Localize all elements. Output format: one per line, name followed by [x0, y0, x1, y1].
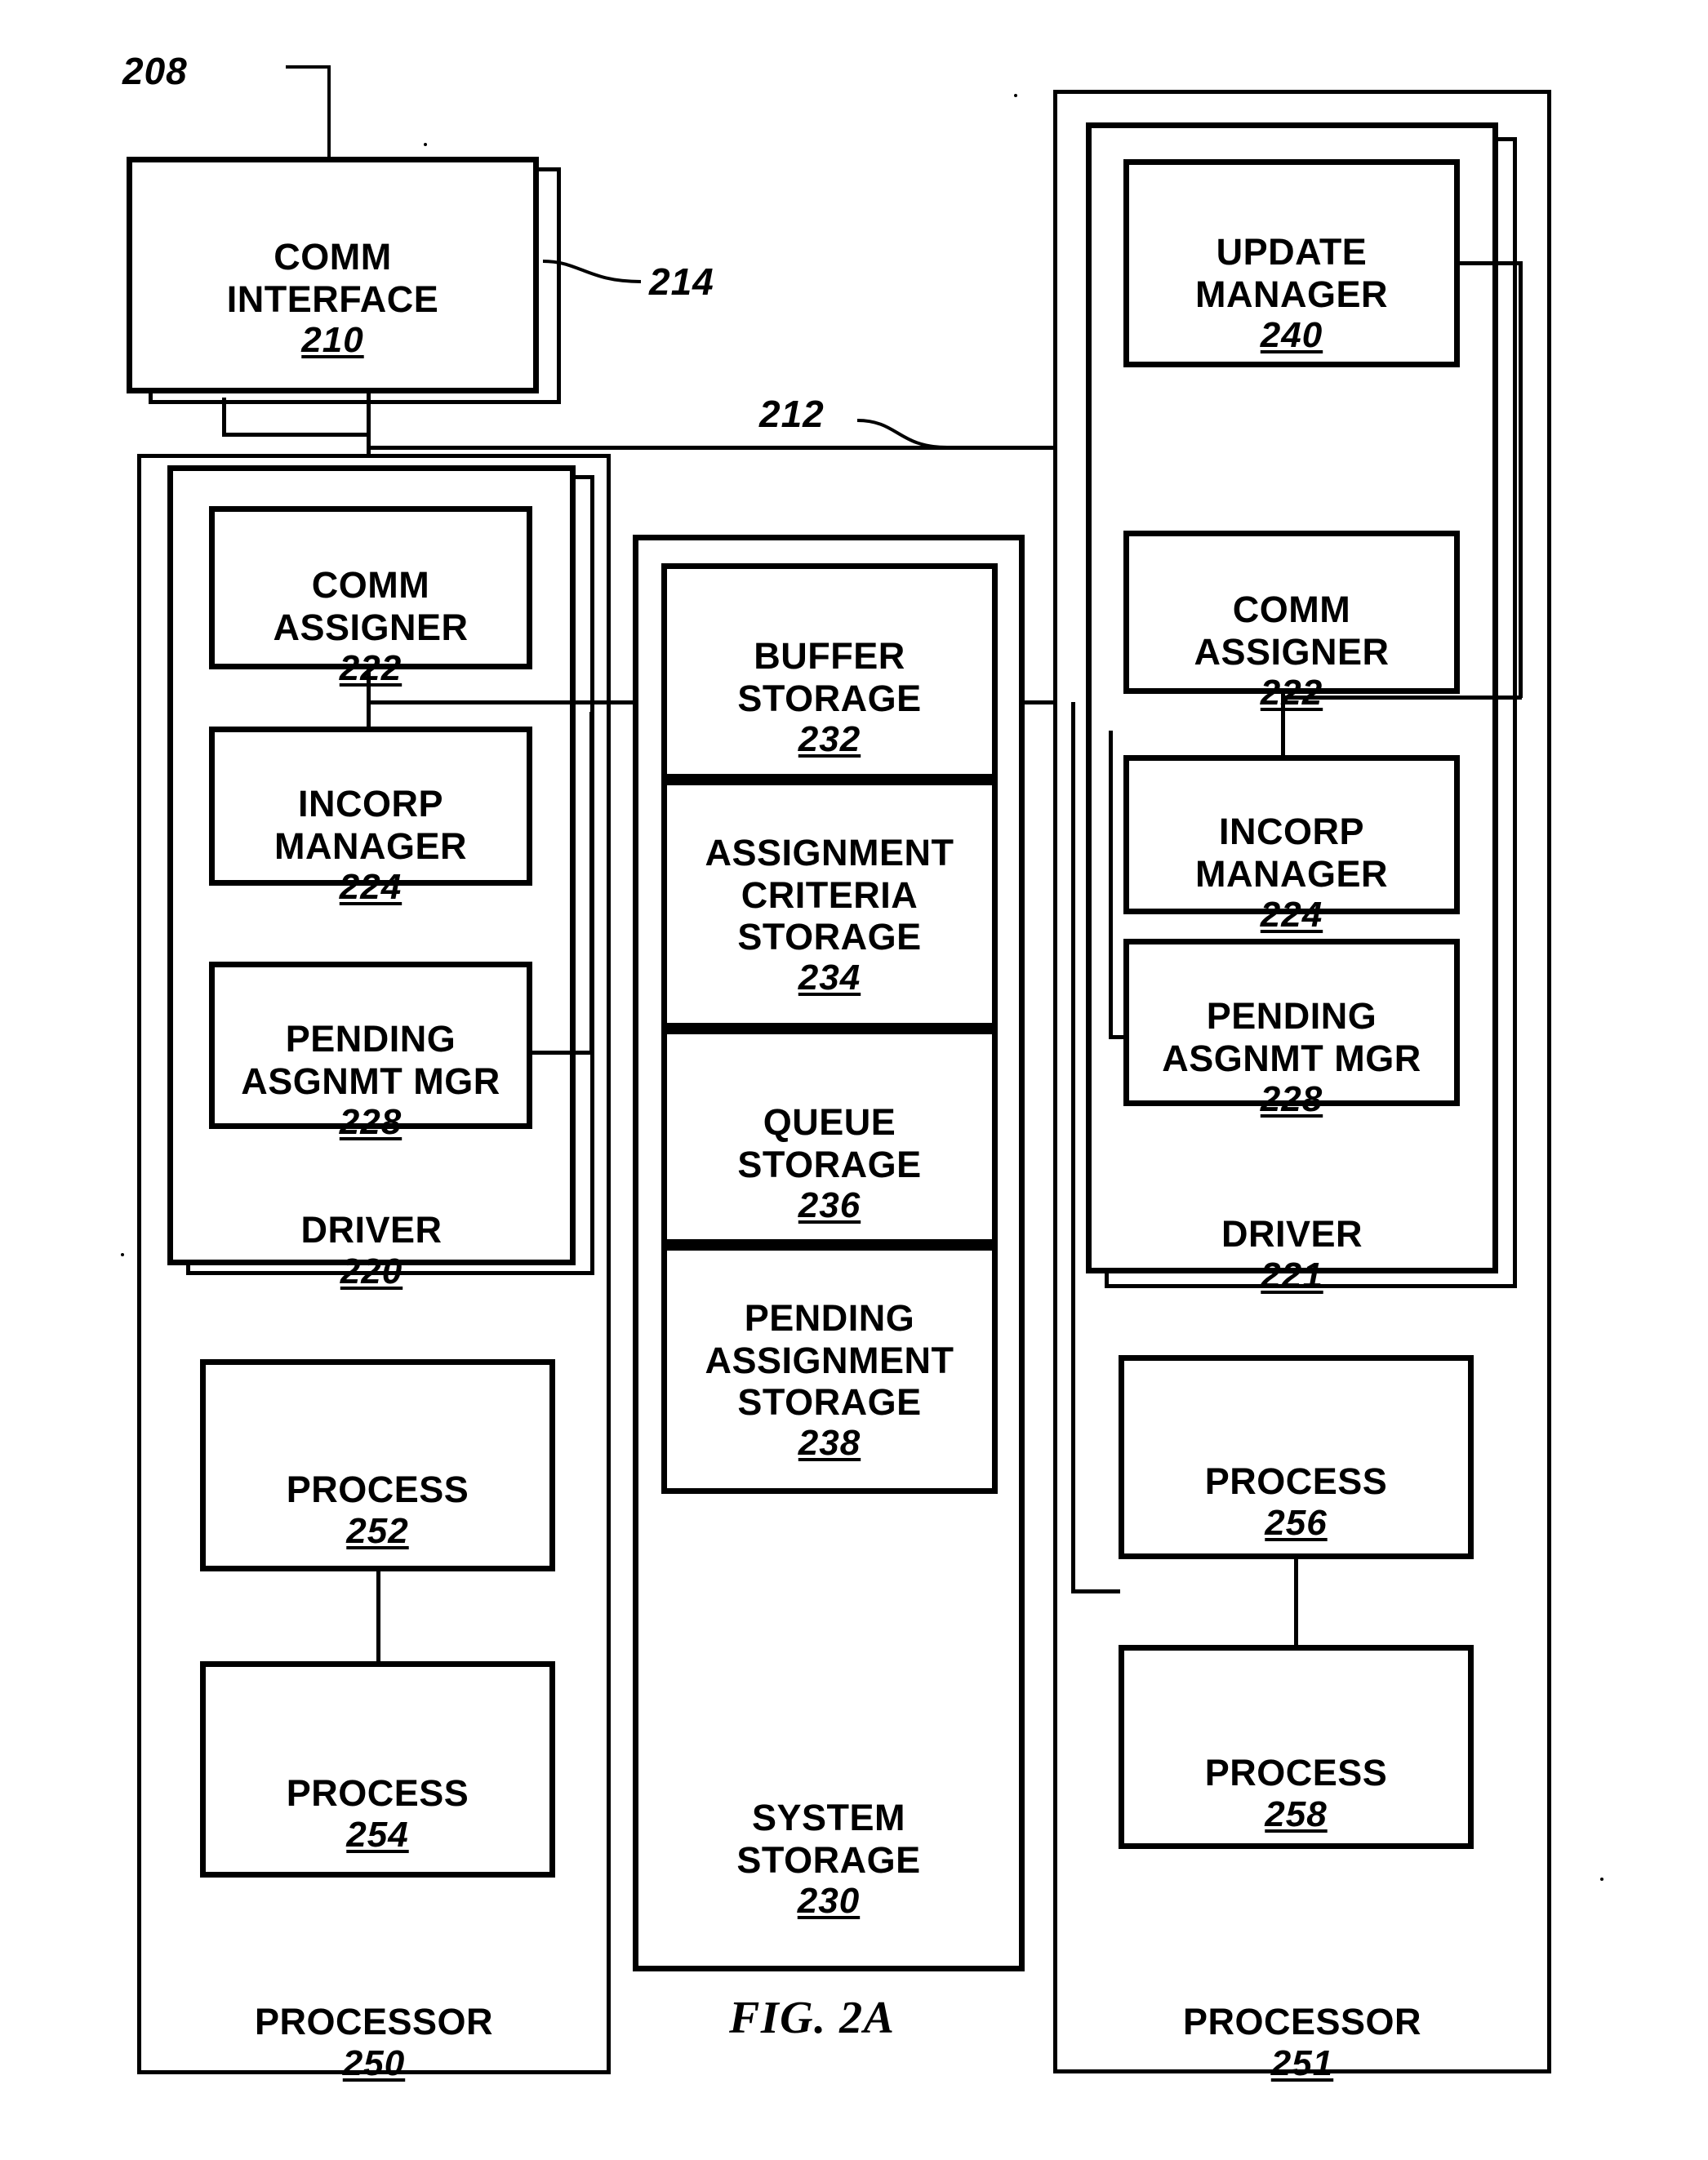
buffer-storage-number: 232 [798, 718, 861, 759]
left-incorp-manager-number: 224 [339, 866, 403, 907]
right-process-256-title: PROCESS [1204, 1460, 1388, 1503]
left-process-252-title: PROCESS [286, 1469, 469, 1511]
left-process-252-label: PROCESS 252 [200, 1427, 555, 1593]
left-pending-mgr-out-wire [529, 1051, 593, 1055]
comm-interface-number: 210 [301, 319, 364, 360]
left-process-254-label: PROCESS 254 [200, 1731, 555, 1897]
left-processor-title: PROCESSOR [254, 2001, 494, 2043]
update-manager-number: 240 [1260, 314, 1323, 355]
left-process-254-number: 254 [346, 1814, 409, 1855]
leader-line-214 [542, 260, 642, 283]
update-manager-out-wire [1457, 261, 1522, 265]
scan-speck [121, 1253, 124, 1256]
comm-interface-title: COMM INTERFACE [226, 236, 439, 320]
right-process-bracket-wire [1071, 1589, 1120, 1593]
left-driver-to-storage-wire [367, 700, 648, 704]
system-storage-number: 230 [797, 1880, 861, 1921]
left-processor-number: 250 [342, 2042, 406, 2083]
right-incorp-manager-number: 224 [1260, 894, 1323, 935]
right-process-256-to-258-wire [1294, 1558, 1298, 1647]
figure-caption: FIG. 2A [729, 1993, 896, 2043]
right-comm-assigner-number: 222 [1260, 672, 1323, 713]
buffer-storage-label: BUFFER STORAGE 232 [661, 593, 998, 802]
left-processor-label: PROCESSOR 250 [137, 1959, 611, 2126]
left-process-252-to-254-wire [376, 1570, 380, 1668]
left-driver-number: 220 [340, 1251, 403, 1291]
buffer-storage-title: BUFFER STORAGE [737, 635, 922, 719]
update-manager-riser-wire [1519, 261, 1523, 698]
leader-line-208-vertical [327, 65, 331, 161]
scan-speck [1014, 94, 1017, 97]
pending-assignment-storage-title: PENDING ASSIGNMENT STORAGE [705, 1297, 954, 1423]
right-process-258-title: PROCESS [1204, 1752, 1388, 1794]
left-pending-assignment-manager-number: 228 [339, 1101, 403, 1142]
left-process-252-number: 252 [346, 1510, 409, 1551]
right-process-bracket-riser [1071, 702, 1075, 1592]
assignment-criteria-storage-title: ASSIGNMENT CRITERIA STORAGE [705, 832, 954, 958]
right-processor-title: PROCESSOR [1182, 2001, 1422, 2043]
left-pending-assignment-manager-title: PENDING ASGNMT MGR [241, 1018, 500, 1102]
system-storage-label: SYSTEM STORAGE 230 [633, 1755, 1025, 1963]
update-manager-title: UPDATE MANAGER [1195, 231, 1388, 315]
left-incorp-manager-title: INCORP MANAGER [274, 783, 467, 867]
right-process-258-label: PROCESS 258 [1119, 1710, 1474, 1877]
queue-storage-label: QUEUE STORAGE 236 [661, 1060, 998, 1268]
left-process-254-title: PROCESS [286, 1772, 469, 1815]
left-pending-mgr-riser-wire [589, 712, 594, 1053]
right-pending-assignment-manager-title: PENDING ASGNMT MGR [1162, 995, 1421, 1079]
left-incorp-manager-label: INCORP MANAGER 224 [209, 741, 532, 949]
assignment-criteria-storage-number: 234 [798, 958, 861, 998]
leader-line-208-horizontal [286, 65, 331, 69]
right-driver-label: DRIVER 221 [1086, 1171, 1498, 1338]
system-storage-title: SYSTEM STORAGE [736, 1797, 921, 1881]
right-pending-assignment-manager-number: 228 [1260, 1078, 1323, 1119]
right-driver-number: 221 [1261, 1255, 1323, 1296]
right-comm-assigner-label: COMM ASSIGNER 222 [1123, 547, 1460, 755]
patent-figure-2a: 208 COMM INTERFACE 210 214 212 PROCESSOR… [0, 0, 1708, 2160]
reference-numeral-212: 212 [759, 393, 825, 435]
right-processor-label: PROCESSOR 251 [1053, 1959, 1551, 2126]
leader-line-212 [856, 419, 948, 449]
update-manager-label: UPDATE MANAGER 240 [1123, 189, 1460, 398]
left-driver-title: DRIVER [300, 1209, 443, 1251]
reference-numeral-208: 208 [122, 50, 188, 92]
right-driver-title: DRIVER [1221, 1213, 1363, 1256]
right-processor-number: 251 [1270, 2042, 1334, 2083]
right-incorp-manager-title: INCORP MANAGER [1195, 811, 1388, 895]
assignment-criteria-storage-label: ASSIGNMENT CRITERIA STORAGE 234 [661, 790, 998, 1041]
left-comm-assigner-title: COMM ASSIGNER [273, 564, 469, 648]
left-driver-label: DRIVER 220 [167, 1167, 576, 1334]
right-comm-assigner-title: COMM ASSIGNER [1194, 589, 1390, 673]
queue-storage-title: QUEUE STORAGE [737, 1101, 922, 1185]
right-pending-assignment-manager-label: PENDING ASGNMT MGR 228 [1123, 953, 1460, 1162]
right-process-258-number: 258 [1265, 1793, 1328, 1834]
scan-speck [424, 143, 427, 146]
pending-assignment-storage-number: 238 [798, 1423, 861, 1464]
scan-speck [1403, 939, 1406, 942]
right-process-256-number: 256 [1265, 1502, 1328, 1543]
comm-interface-label: COMM INTERFACE 210 [127, 194, 539, 402]
scan-speck [1600, 1878, 1603, 1881]
queue-storage-number: 236 [798, 1184, 861, 1225]
bus-stub-left-vertical [222, 398, 226, 435]
pending-assignment-storage-label: PENDING ASSIGNMENT STORAGE 238 [661, 1256, 998, 1506]
bus-stub-left [222, 433, 369, 437]
left-comm-assigner-number: 222 [209, 648, 532, 689]
left-pending-assignment-manager-label: PENDING ASGNMT MGR 228 [209, 976, 532, 1184]
right-pending-mgr-riser-wire [1109, 731, 1113, 1038]
